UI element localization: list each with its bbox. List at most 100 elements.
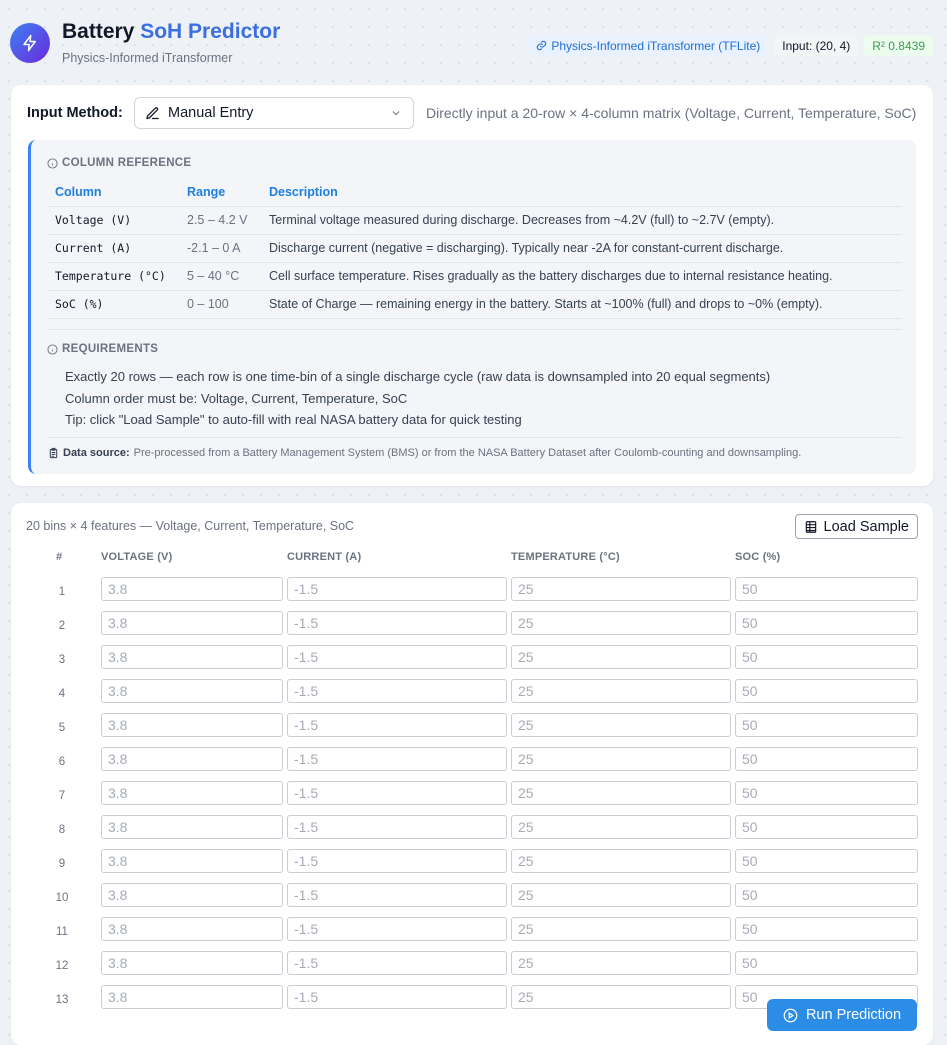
voltage-input[interactable] <box>101 713 283 737</box>
current-input[interactable] <box>287 883 507 907</box>
run-prediction-label: Run Prediction <box>805 1007 902 1023</box>
matrix-row: 3 <box>11 645 933 679</box>
ref-range: 5 – 40 °C <box>179 262 261 291</box>
data-source-text: Pre-processed from a Battery Management … <box>133 447 802 459</box>
run-prediction-button[interactable]: Run Prediction <box>767 999 917 1031</box>
voltage-input[interactable] <box>101 781 283 805</box>
requirement-item: Column order must be: Voltage, Current, … <box>65 390 408 406</box>
title-main: Battery <box>62 20 135 43</box>
voltage-input[interactable] <box>101 951 283 975</box>
soc-input[interactable] <box>735 645 918 669</box>
soc-input[interactable] <box>735 951 918 975</box>
clipboard-icon <box>49 447 58 459</box>
col-header-description: Description <box>261 178 902 207</box>
current-input[interactable] <box>287 713 507 737</box>
r2-badge: R² 0.8439 <box>864 35 933 56</box>
play-circle-icon <box>783 1008 798 1022</box>
ref-description: Discharge current (negative = dischargin… <box>261 234 902 263</box>
soc-input[interactable] <box>735 815 918 839</box>
load-sample-button[interactable]: Load Sample <box>794 514 918 539</box>
matrix-row: 7 <box>11 781 933 815</box>
voltage-input[interactable] <box>101 645 283 669</box>
divider <box>47 329 902 330</box>
column-reference-table: Column Range Description Voltage (V) 2.5… <box>47 178 902 319</box>
requirements-title: REQUIREMENTS <box>47 343 158 355</box>
voltage-input[interactable] <box>101 883 283 907</box>
soc-input[interactable] <box>735 679 918 703</box>
temperature-input[interactable] <box>511 951 731 975</box>
matrix-row: 6 <box>11 747 933 781</box>
link-icon <box>537 40 547 51</box>
ref-description: Cell surface temperature. Rises graduall… <box>261 262 902 291</box>
voltage-input[interactable] <box>101 917 283 941</box>
temperature-input[interactable] <box>511 747 731 771</box>
voltage-input[interactable] <box>101 679 283 703</box>
current-input[interactable] <box>287 747 507 771</box>
temperature-input[interactable] <box>511 815 731 839</box>
temperature-input[interactable] <box>511 917 731 941</box>
soc-input[interactable] <box>735 917 918 941</box>
matrix-card: 20 bins × 4 features — Voltage, Current,… <box>11 503 933 1045</box>
temperature-input[interactable] <box>511 883 731 907</box>
row-number: 7 <box>58 790 66 802</box>
current-input[interactable] <box>287 645 507 669</box>
load-sample-label: Load Sample <box>823 518 909 535</box>
voltage-input[interactable] <box>101 849 283 873</box>
current-input[interactable] <box>287 577 507 601</box>
requirements-title-text: REQUIREMENTS <box>62 343 159 355</box>
current-input[interactable] <box>287 951 507 975</box>
temperature-input[interactable] <box>511 577 731 601</box>
temperature-input[interactable] <box>511 713 731 737</box>
soc-input[interactable] <box>735 713 918 737</box>
current-input[interactable] <box>287 679 507 703</box>
voltage-input[interactable] <box>101 985 283 1009</box>
temperature-input[interactable] <box>511 985 731 1009</box>
model-badge-label: Physics-Informed iTransformer (TFLite) <box>551 38 761 53</box>
soc-input[interactable] <box>735 849 918 873</box>
matrix-row: 9 <box>11 849 933 883</box>
row-number: 4 <box>58 688 66 700</box>
temperature-input[interactable] <box>511 849 731 873</box>
current-input[interactable] <box>287 781 507 805</box>
ref-range: 0 – 100 <box>179 290 261 319</box>
current-input[interactable] <box>287 917 507 941</box>
input-method-select[interactable]: Manual Entry <box>134 97 414 129</box>
temperature-input[interactable] <box>511 679 731 703</box>
current-input[interactable] <box>287 815 507 839</box>
info-icon <box>47 157 58 169</box>
requirements-list: Exactly 20 rows — each row is one time-b… <box>65 366 770 431</box>
matrix-row: 4 <box>11 679 933 713</box>
title-accent: SoH Predictor <box>140 20 281 43</box>
matrix-header-num: # <box>56 551 63 563</box>
soc-input[interactable] <box>735 747 918 771</box>
soc-input[interactable] <box>735 577 918 601</box>
matrix-header-current: CURRENT (A) <box>287 551 362 563</box>
current-input[interactable] <box>287 849 507 873</box>
voltage-input[interactable] <box>101 577 283 601</box>
matrix-row: 10 <box>11 883 933 917</box>
current-input[interactable] <box>287 985 507 1009</box>
row-number: 11 <box>56 926 68 938</box>
row-number: 9 <box>58 858 66 870</box>
row-number: 12 <box>55 960 69 972</box>
matrix-header-temperature: TEMPERATURE (°C) <box>511 551 620 563</box>
row-number: 3 <box>58 654 66 666</box>
table-row: Temperature (°C) 5 – 40 °C Cell surface … <box>47 262 902 291</box>
current-input[interactable] <box>287 611 507 635</box>
temperature-input[interactable] <box>511 781 731 805</box>
voltage-input[interactable] <box>101 611 283 635</box>
row-number: 6 <box>58 756 66 768</box>
matrix-header-soc: SOC (%) <box>735 551 781 563</box>
input-shape-badge: Input: (20, 4) <box>774 35 859 56</box>
voltage-input[interactable] <box>101 747 283 771</box>
app-title: Battery SoH Predictor <box>62 20 280 44</box>
requirement-item: Exactly 20 rows — each row is one time-b… <box>65 369 771 384</box>
temperature-input[interactable] <box>511 645 731 669</box>
soc-input[interactable] <box>735 883 918 907</box>
table-row: SoC (%) 0 – 100 State of Charge — remain… <box>47 290 902 319</box>
soc-input[interactable] <box>735 781 918 805</box>
soc-input[interactable] <box>735 611 918 635</box>
temperature-input[interactable] <box>511 611 731 635</box>
voltage-input[interactable] <box>101 815 283 839</box>
row-number: 10 <box>55 892 69 904</box>
